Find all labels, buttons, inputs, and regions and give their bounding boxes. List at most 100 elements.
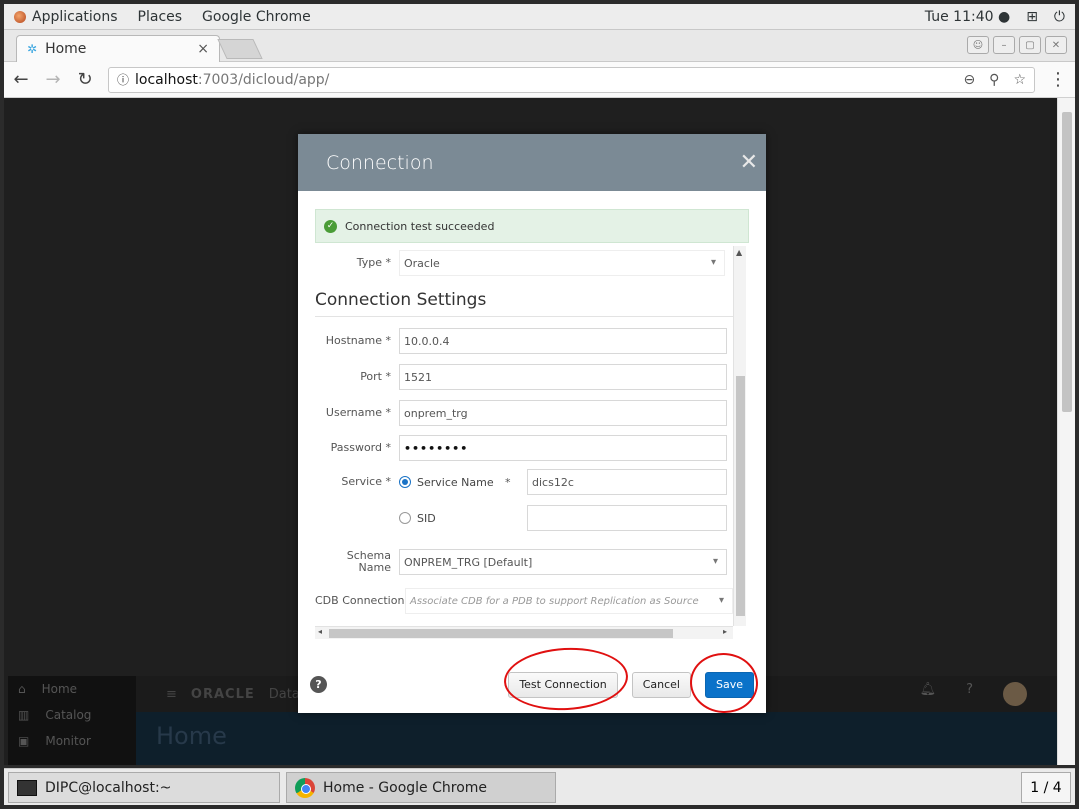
- url-host: localhost: [135, 71, 198, 88]
- close-window-icon[interactable]: ✕: [1045, 36, 1067, 54]
- extension-icon[interactable]: ⚲: [989, 72, 999, 88]
- success-message: Connection test succeeded: [345, 219, 495, 233]
- terminal-icon: [17, 779, 37, 796]
- brand-suffix: Data: [268, 686, 300, 702]
- desktop-top-bar: Applications Places Google Chrome Tue 11…: [4, 4, 1075, 30]
- cdb-label: CDB Connection: [315, 594, 405, 607]
- schema-select[interactable]: ONPREM_TRG [Default]: [399, 549, 727, 575]
- help-button[interactable]: ?: [310, 676, 327, 693]
- radio-unselected-icon: [399, 512, 411, 524]
- cdb-placeholder: Associate CDB for a PDB to support Repli…: [410, 595, 699, 607]
- dialog-title: Connection: [326, 151, 434, 174]
- connection-dialog: Connection ✕ ✓ Connection test succeeded…: [298, 134, 766, 716]
- form-horizontal-scrollbar[interactable]: ◂ ▸: [315, 626, 733, 639]
- sidebar-item-monitor: ▣ Monitor: [8, 728, 136, 754]
- address-bar[interactable]: ⓘ localhost:7003/dicloud/app/ ⊖ ⚲ ☆: [108, 66, 1035, 93]
- applications-menu[interactable]: Applications: [4, 9, 128, 25]
- service-name-required: *: [505, 475, 511, 489]
- sidebar-item-home: ⌂ Home: [8, 676, 136, 702]
- help-icon: ?: [966, 682, 973, 697]
- background-page-title: Home: [156, 722, 227, 750]
- workspace-switcher[interactable]: 1 / 4: [1021, 772, 1071, 803]
- sid-radio[interactable]: SID: [399, 512, 527, 525]
- sid-row: SID: [315, 505, 733, 531]
- cdb-select[interactable]: Associate CDB for a PDB to support Repli…: [405, 588, 733, 614]
- page-scroll-thumb[interactable]: [1062, 112, 1072, 412]
- cdb-row: CDB Connection Associate CDB for a PDB t…: [315, 588, 733, 614]
- sidebar-monitor-label: Monitor: [45, 734, 91, 748]
- chrome-menu-icon[interactable]: ⋮: [1049, 69, 1067, 90]
- form-vertical-scrollbar[interactable]: ▲: [733, 246, 746, 626]
- port-field[interactable]: 1521: [399, 364, 727, 390]
- port-label: Port *: [360, 370, 391, 383]
- terminal-task-label: DIPC@localhost:~: [45, 779, 172, 796]
- check-circle-icon: ✓: [324, 219, 337, 233]
- maximize-icon[interactable]: ▢: [1019, 36, 1041, 54]
- type-select[interactable]: Oracle: [399, 250, 725, 276]
- minimize-icon[interactable]: –: [993, 36, 1015, 54]
- taskbar: DIPC@localhost:~ Home - Google Chrome 1 …: [4, 768, 1075, 805]
- close-icon[interactable]: ✕: [740, 150, 758, 175]
- power-icon[interactable]: ⏻: [1054, 9, 1065, 25]
- scroll-left-icon[interactable]: ◂: [318, 627, 322, 636]
- hostname-row: Hostname * 10.0.0.4: [315, 328, 733, 354]
- form-vertical-scroll-thumb[interactable]: [736, 376, 745, 616]
- service-name-radio[interactable]: Service Name: [399, 476, 505, 489]
- scroll-up-icon[interactable]: ▲: [736, 248, 742, 257]
- password-label: Password *: [330, 441, 391, 454]
- omnibar: ← → ↻ ⓘ localhost:7003/dicloud/app/ ⊖ ⚲ …: [4, 62, 1075, 98]
- password-field[interactable]: ••••••••: [399, 435, 727, 461]
- app-menu[interactable]: Google Chrome: [192, 9, 321, 25]
- port-value: 1521: [404, 370, 432, 384]
- places-menu[interactable]: Places: [128, 9, 193, 25]
- taskbar-terminal[interactable]: DIPC@localhost:~: [8, 772, 280, 803]
- forward-icon[interactable]: →: [44, 69, 62, 90]
- tab-strip: ✲ Home × ☺ – ▢ ✕: [4, 30, 1075, 62]
- home-icon: ⌂: [18, 682, 26, 696]
- username-field[interactable]: onprem_trg: [399, 400, 727, 426]
- cancel-button[interactable]: Cancel: [631, 671, 691, 698]
- profile-icon[interactable]: ☺: [967, 36, 989, 54]
- window-controls: ☺ – ▢ ✕: [967, 36, 1067, 54]
- schema-label: Schema Name: [346, 549, 391, 574]
- hamburger-icon: ≡: [166, 686, 177, 702]
- schema-value: ONPREM_TRG [Default]: [404, 555, 533, 569]
- applications-icon: [14, 10, 26, 23]
- service-name-field[interactable]: dics12c: [527, 469, 727, 495]
- catalog-icon: ▥: [18, 708, 30, 722]
- network-icon[interactable]: ⊞: [1026, 9, 1038, 25]
- sidebar-home-label: Home: [41, 682, 78, 696]
- background-title-band: Home: [136, 712, 1057, 765]
- taskbar-chrome[interactable]: Home - Google Chrome: [286, 772, 556, 803]
- clock-label: Tue 11:40: [924, 8, 994, 25]
- page-scrollbar[interactable]: [1057, 98, 1075, 765]
- type-row: Type * Oracle: [315, 250, 733, 276]
- password-value: ••••••••: [404, 441, 469, 455]
- hostname-value: 10.0.0.4: [404, 334, 450, 348]
- type-value: Oracle: [404, 256, 440, 270]
- hostname-field[interactable]: 10.0.0.4: [399, 328, 727, 354]
- username-row: Username * onprem_trg: [315, 400, 733, 426]
- service-row: Service * Service Name * dics12c: [315, 469, 733, 495]
- chrome-task-label: Home - Google Chrome: [323, 779, 488, 796]
- favicon-icon: ✲: [27, 42, 38, 56]
- tab-home[interactable]: ✲ Home ×: [16, 35, 220, 62]
- back-icon[interactable]: ←: [12, 69, 30, 90]
- sid-field[interactable]: [527, 505, 727, 531]
- sid-option: SID: [417, 511, 436, 525]
- page-viewport: ⌂ Home ▥ Catalog ▣ Monitor ≡ ORACLE Data 🔔︎…: [4, 98, 1057, 765]
- notification-icon: 🔔︎: [919, 682, 937, 697]
- zoom-icon[interactable]: ⊖: [963, 72, 975, 88]
- form-horizontal-scroll-thumb[interactable]: [329, 629, 673, 638]
- tab-title: Home: [45, 41, 87, 57]
- new-tab-button[interactable]: [217, 39, 263, 59]
- username-label: Username *: [325, 406, 391, 419]
- close-tab-icon[interactable]: ×: [197, 41, 209, 57]
- dialog-header: Connection ✕: [298, 134, 766, 191]
- clock[interactable]: Tue 11:40 ●: [925, 9, 1010, 25]
- reload-icon[interactable]: ↻: [76, 69, 94, 90]
- scroll-right-icon[interactable]: ▸: [723, 627, 727, 636]
- info-icon[interactable]: ⓘ: [117, 71, 129, 88]
- bookmark-star-icon[interactable]: ☆: [1013, 72, 1026, 88]
- monitor-icon: ▣: [18, 734, 30, 748]
